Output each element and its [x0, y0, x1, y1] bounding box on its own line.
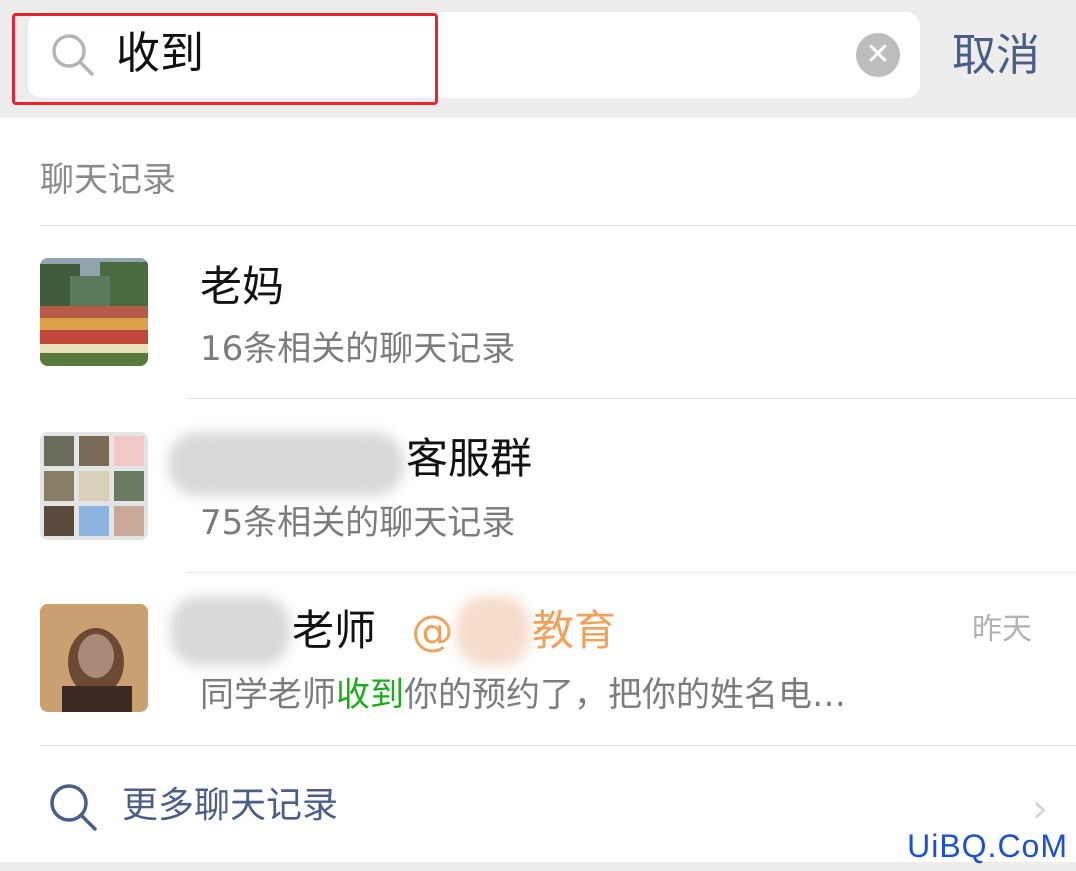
divider [188, 572, 1076, 573]
message-preview: 同学老师收到你的预约了，把你的姓名电… [200, 672, 846, 718]
preview-highlight: 收到 [336, 675, 404, 715]
result-name: 老师 @ [292, 604, 453, 658]
result-name: 客服群 [406, 434, 533, 483]
timestamp: 昨天 [972, 612, 1032, 647]
preview-before: 同学老师 [200, 675, 336, 715]
search-header: 收到 ✕ 取消 [0, 0, 1076, 118]
preview-after: 你的预约了，把你的姓名电… [404, 675, 846, 715]
org-name: 教育 [532, 606, 617, 655]
contact-name: 老师 [292, 606, 377, 655]
more-chat-records-label: 更多聊天记录 [122, 785, 339, 826]
search-icon [50, 784, 97, 831]
chevron-right-icon: › [1032, 786, 1048, 832]
group-avatar [40, 432, 148, 540]
redacted-blur [170, 596, 290, 666]
divider [188, 398, 1076, 399]
clear-search-icon[interactable]: ✕ [856, 33, 900, 77]
avatar [40, 258, 148, 366]
watermark: UiBQ.CoM [907, 828, 1068, 864]
cancel-button[interactable]: 取消 [952, 28, 1040, 84]
redacted-blur [168, 432, 404, 496]
avatar [40, 604, 148, 712]
result-name: 老妈 [200, 262, 285, 311]
annotation-highlight [12, 13, 438, 105]
result-summary: 16条相关的聊天记录 [200, 329, 516, 369]
org-at: @ [411, 606, 454, 655]
section-title: 聊天记录 [40, 160, 176, 200]
redacted-blur [456, 596, 530, 666]
result-summary: 75条相关的聊天记录 [200, 503, 516, 543]
divider [40, 225, 1076, 226]
